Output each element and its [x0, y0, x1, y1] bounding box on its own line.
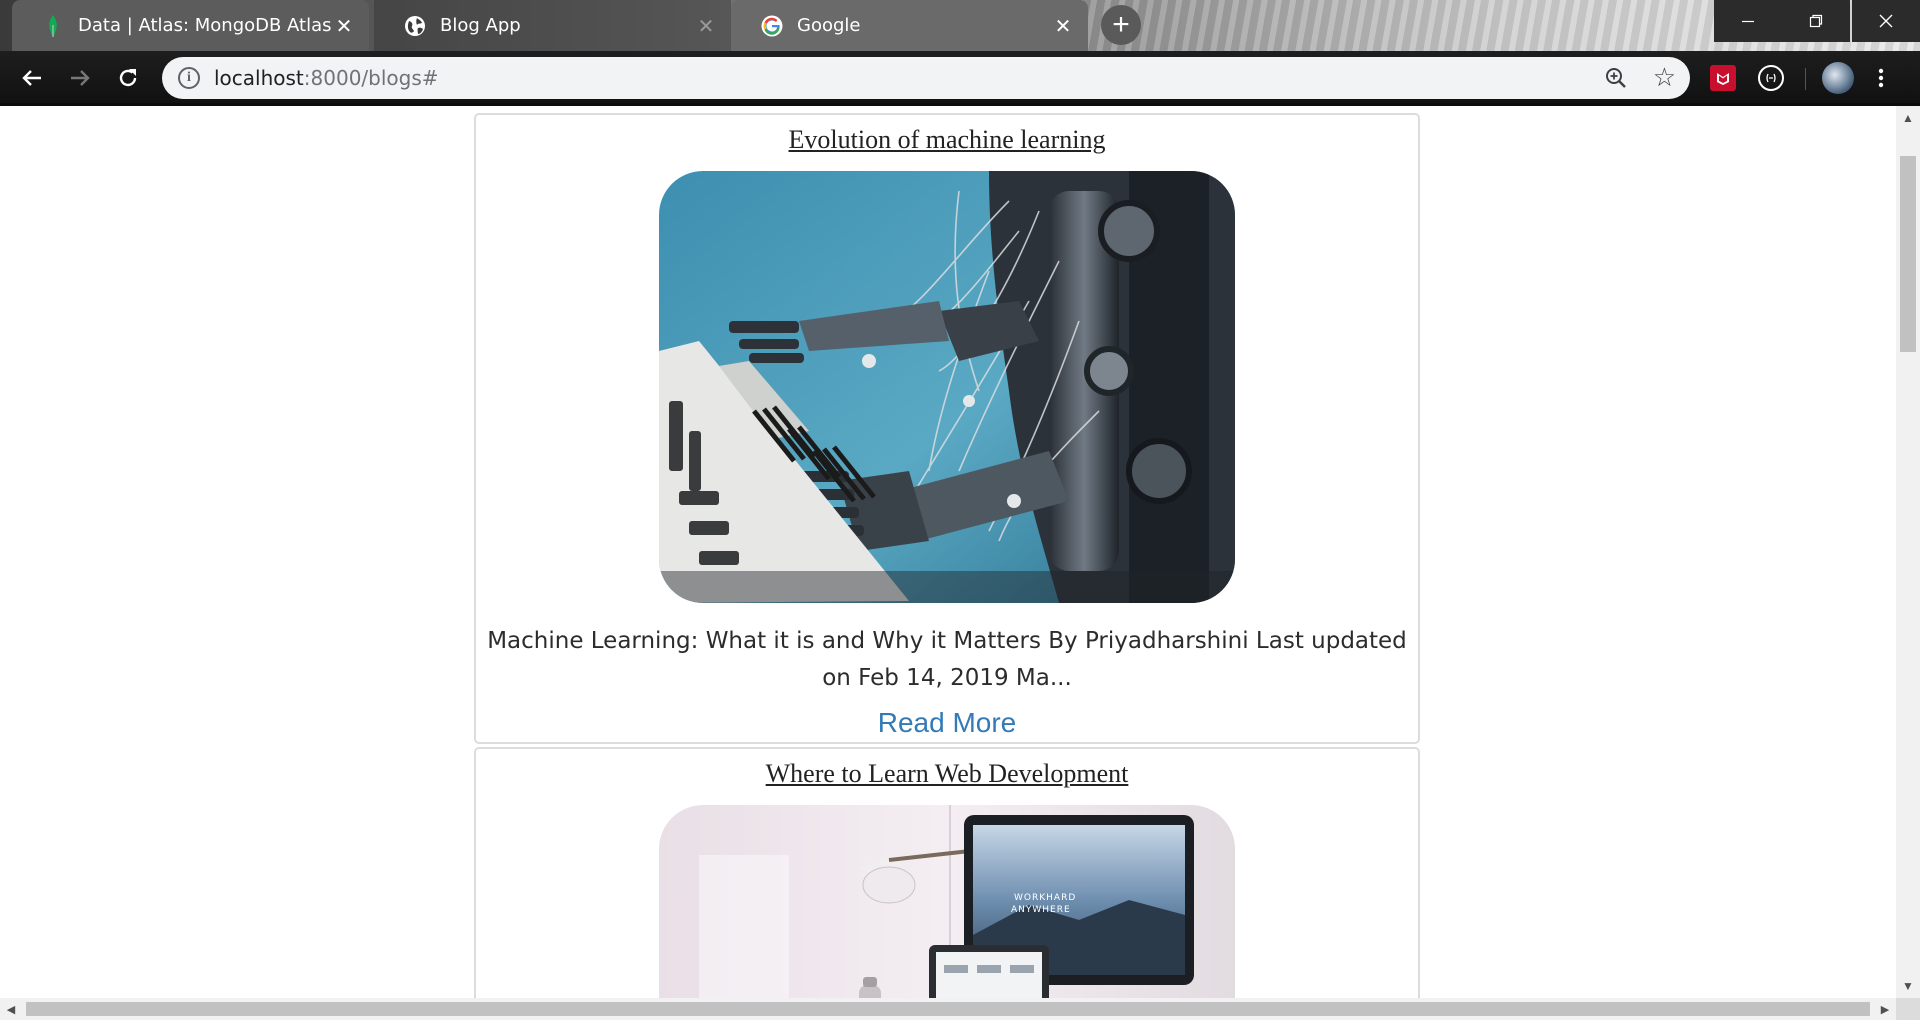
forward-arrow-icon[interactable]	[61, 59, 99, 97]
restore-window-icon[interactable]	[1782, 0, 1850, 42]
blog-excerpt: Machine Learning: What it is and Why it …	[487, 628, 1407, 691]
robot-hands-playing-piano-image	[659, 171, 1235, 603]
read-more-link[interactable]: Read More	[878, 707, 1017, 739]
reload-icon[interactable]	[109, 59, 147, 97]
blog-card: Evolution of machine learning Machine Le…	[474, 113, 1420, 744]
tab-title: Blog App	[440, 15, 521, 36]
toolbar-separator	[1805, 68, 1806, 90]
mongodb-leaf-icon	[42, 14, 64, 37]
address-bar[interactable]: i localhost:8000/blogs# ☆	[162, 57, 1690, 99]
globe-icon	[404, 15, 426, 37]
tab-title: Data | Atlas: MongoDB Atlas	[78, 15, 332, 36]
close-tab-icon[interactable]: ✕	[1052, 14, 1074, 38]
scroll-up-arrow-icon[interactable]: ▲	[1896, 106, 1920, 130]
close-tab-icon[interactable]: ✕	[695, 14, 717, 38]
back-arrow-icon[interactable]	[13, 59, 51, 97]
scroll-down-arrow-icon[interactable]: ▼	[1896, 974, 1920, 998]
tab-mongodb-atlas[interactable]: Data | Atlas: MongoDB Atlas ✕	[12, 0, 369, 51]
google-g-icon	[761, 15, 783, 37]
scroll-left-arrow-icon[interactable]: ◀	[0, 998, 22, 1020]
url-host: localhost	[214, 66, 304, 90]
page-content: Evolution of machine learning Machine Le…	[0, 106, 1896, 998]
blog-card: Where to Learn Web Development WORKHARD …	[474, 747, 1420, 998]
monitor-caption: ANYWHERE	[1011, 905, 1071, 915]
site-info-icon[interactable]: i	[178, 67, 200, 89]
minimize-window-icon[interactable]	[1714, 0, 1782, 42]
tab-title: Google	[797, 15, 861, 36]
monitor-caption: WORKHARD	[1014, 893, 1076, 903]
profile-avatar[interactable]	[1822, 62, 1854, 94]
zoom-icon[interactable]	[1604, 66, 1628, 90]
url-path: :8000/blogs#	[303, 66, 439, 90]
tab-blog-app[interactable]: Blog App ✕	[374, 0, 731, 51]
close-window-icon[interactable]	[1852, 0, 1920, 42]
more-menu-icon[interactable]	[1873, 65, 1889, 91]
scrollbar-corner	[1896, 998, 1920, 1020]
mcafee-extension-icon[interactable]	[1710, 65, 1736, 91]
tab-google[interactable]: Google ✕	[731, 0, 1088, 51]
new-tab-button[interactable]: +	[1101, 5, 1141, 45]
tab-strip: Data | Atlas: MongoDB Atlas ✕ Blog App ✕…	[0, 0, 1920, 51]
browser-toolbar: i localhost:8000/blogs# ☆	[0, 51, 1920, 106]
scroll-right-arrow-icon[interactable]: ▶	[1874, 998, 1896, 1020]
close-tab-icon[interactable]: ✕	[333, 14, 355, 38]
blog-title-link[interactable]: Evolution of machine learning	[476, 125, 1418, 155]
blog-title-link[interactable]: Where to Learn Web Development	[476, 759, 1418, 789]
extension-circle-icon[interactable]	[1758, 65, 1784, 91]
bookmark-star-icon[interactable]: ☆	[1653, 62, 1676, 93]
horizontal-scrollbar[interactable]: ◀ ▶	[0, 998, 1896, 1020]
vertical-scroll-thumb[interactable]	[1900, 156, 1916, 352]
browser-window: Data | Atlas: MongoDB Atlas ✕ Blog App ✕…	[0, 0, 1920, 1020]
horizontal-scroll-thumb[interactable]	[26, 1002, 1870, 1016]
vertical-scrollbar[interactable]: ▲ ▼	[1896, 106, 1920, 998]
desk-with-monitor-and-lamp-image: WORKHARD ANYWHERE	[659, 805, 1235, 998]
